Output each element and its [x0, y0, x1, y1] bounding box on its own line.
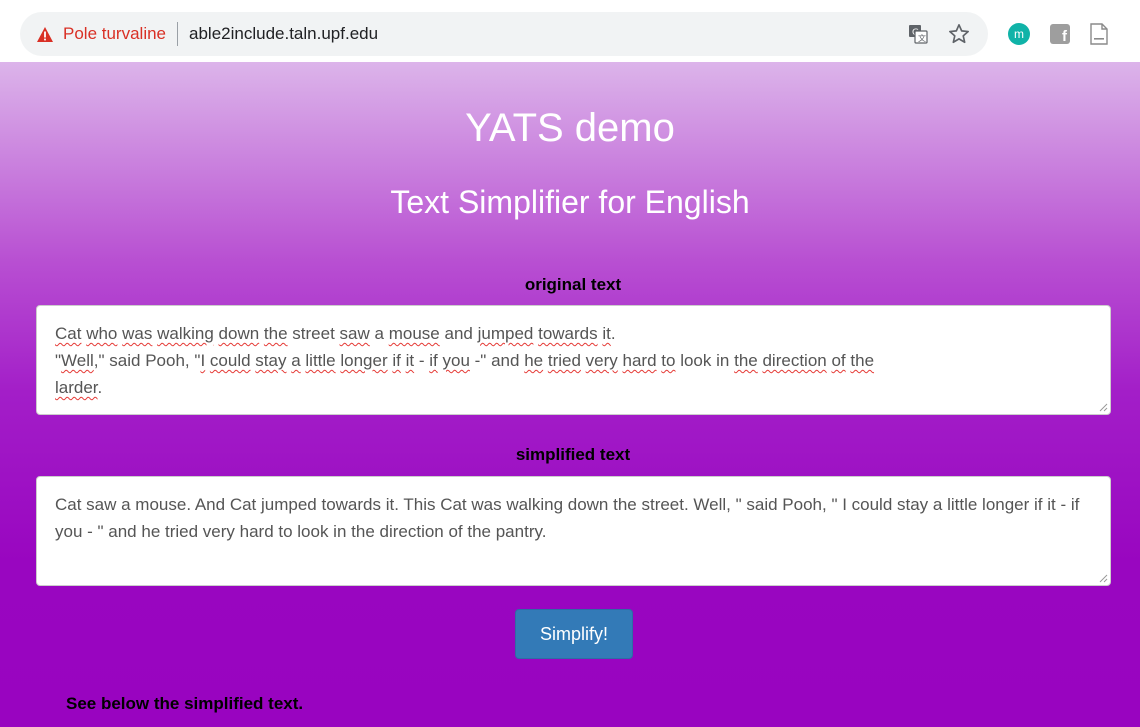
- spellcheck-word: jumped: [477, 324, 534, 343]
- extension-m-icon[interactable]: m: [1008, 23, 1030, 45]
- spellcheck-word: to: [661, 351, 676, 370]
- spellcheck-word: longer: [340, 351, 388, 370]
- simplified-text-output[interactable]: Cat saw a mouse. And Cat jumped towards …: [36, 476, 1111, 586]
- page-title: YATS demo: [465, 106, 675, 150]
- simplify-button[interactable]: Simplify!: [515, 609, 633, 659]
- spellcheck-word: was: [122, 324, 153, 343]
- address-bar[interactable]: Pole turvaline able2include.taln.upf.edu…: [20, 12, 988, 56]
- spellcheck-word: saw: [339, 324, 370, 343]
- spellcheck-word: the: [263, 324, 288, 343]
- original-text-label: original text: [524, 275, 622, 294]
- simplified-text-content: Cat saw a mouse. And Cat jumped towards …: [55, 495, 1080, 541]
- spellcheck-word: if: [392, 351, 401, 370]
- original-text-line: Cat who was walking down the street saw …: [55, 324, 616, 343]
- spellcheck-word: towards: [538, 324, 598, 343]
- browser-toolbar: Pole turvaline able2include.taln.upf.edu…: [0, 0, 1140, 62]
- spellcheck-word: who: [86, 324, 118, 343]
- spellcheck-word: a: [291, 351, 301, 370]
- spellcheck-word: walking: [157, 324, 214, 343]
- resize-handle[interactable]: [1099, 403, 1108, 412]
- bookmark-star-icon[interactable]: [948, 23, 970, 45]
- spellcheck-word: I: [200, 351, 206, 370]
- spellcheck-word: tried: [547, 351, 581, 370]
- spellcheck-word: larder: [55, 378, 98, 397]
- spellcheck-word: you: [442, 351, 470, 370]
- translate-icon[interactable]: G文: [908, 24, 928, 44]
- spellcheck-word: little: [305, 351, 336, 370]
- spellcheck-word: if: [429, 351, 438, 370]
- spellcheck-word: Well: [61, 351, 94, 370]
- resize-handle[interactable]: [1099, 574, 1108, 583]
- original-text-line: larder.: [55, 378, 103, 397]
- svg-text:文: 文: [918, 33, 926, 43]
- spellcheck-word: it: [405, 351, 415, 370]
- spellcheck-word: could: [209, 351, 251, 370]
- url-text[interactable]: able2include.taln.upf.edu: [189, 24, 378, 44]
- spellcheck-word: Cat: [55, 324, 82, 343]
- original-text-input[interactable]: Cat who was walking down the street saw …: [36, 305, 1111, 415]
- address-separator: [177, 22, 179, 46]
- security-status[interactable]: Pole turvaline: [63, 24, 166, 44]
- page-subtitle: Text Simplifier for English: [390, 184, 750, 220]
- spellcheck-word: the: [734, 351, 758, 370]
- spellcheck-word: mouse: [388, 324, 440, 343]
- page-content: YATS demo Text Simplifier for English or…: [0, 62, 1140, 727]
- warning-icon[interactable]: [37, 26, 53, 42]
- simplified-text-label: simplified text: [515, 445, 631, 464]
- spellcheck-word: stay: [255, 351, 287, 370]
- spellcheck-word: direction: [762, 351, 827, 370]
- spellcheck-word: he: [524, 351, 544, 370]
- facebook-icon[interactable]: f: [1050, 24, 1070, 44]
- spellcheck-word: the: [850, 351, 875, 370]
- spellcheck-word: down: [218, 324, 260, 343]
- spellcheck-word: of: [831, 351, 846, 370]
- spellcheck-word: hard: [622, 351, 657, 370]
- spellcheck-word: it: [602, 324, 611, 343]
- result-note: See below the simplified text.: [66, 694, 304, 713]
- original-text-line: "Well," said Pooh, "I could stay a littl…: [55, 351, 875, 370]
- document-icon[interactable]: [1090, 23, 1108, 45]
- spellcheck-word: very: [585, 351, 618, 370]
